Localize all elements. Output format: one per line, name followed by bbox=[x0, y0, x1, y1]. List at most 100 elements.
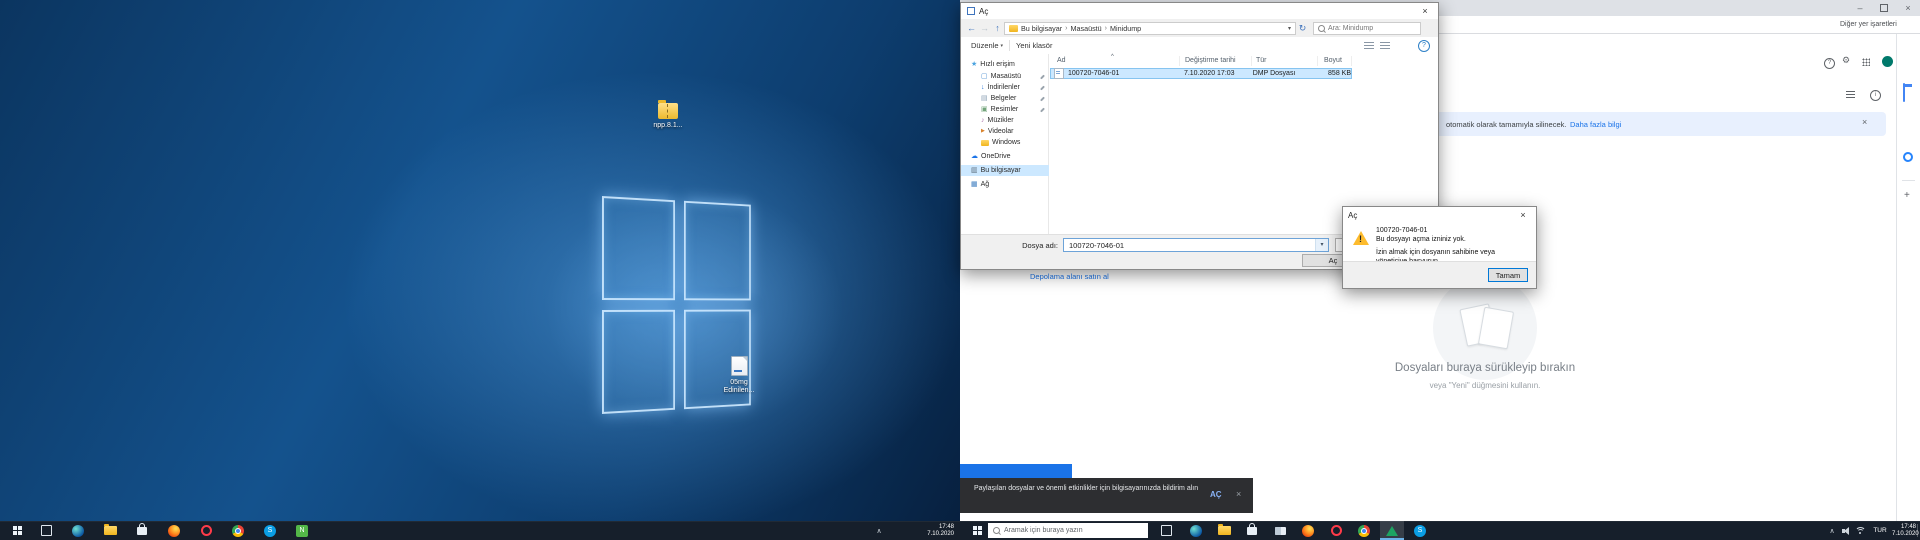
task-view-icon[interactable] bbox=[1154, 521, 1178, 540]
start-button[interactable] bbox=[6, 521, 28, 540]
banner-more-info-link[interactable]: Daha fazla bilgi bbox=[1570, 120, 1621, 129]
up-icon[interactable]: ↑ bbox=[991, 23, 1004, 33]
task-view-icon[interactable] bbox=[34, 521, 58, 540]
dialog-close-icon[interactable]: × bbox=[1412, 3, 1438, 19]
gear-icon[interactable]: ⚙ bbox=[1842, 55, 1850, 66]
add-addons-icon[interactable]: + bbox=[1904, 190, 1910, 201]
account-avatar[interactable] bbox=[1882, 56, 1893, 67]
drive-icon[interactable] bbox=[1380, 521, 1404, 540]
error-titlebar[interactable]: Aç × bbox=[1343, 207, 1536, 223]
pin-icon bbox=[1040, 74, 1045, 79]
sidebar-item-videos[interactable]: ▶ Videolar bbox=[961, 126, 1049, 137]
filename-input[interactable]: 100720-7046-01 ▾ bbox=[1063, 238, 1329, 252]
close-button[interactable]: × bbox=[1896, 0, 1920, 16]
chevron-down-icon[interactable]: ▾ bbox=[1288, 25, 1291, 32]
ok-button[interactable]: Tamam bbox=[1488, 268, 1528, 282]
search-icon bbox=[1318, 24, 1325, 32]
sidebar-item-documents[interactable]: ▤ Belgeler bbox=[961, 93, 1049, 104]
chrome-icon[interactable] bbox=[1352, 521, 1376, 540]
skype-icon[interactable]: S bbox=[258, 521, 282, 540]
refresh-icon[interactable]: ↻ bbox=[1296, 23, 1309, 34]
sidebar-item-onedrive[interactable]: ☁ OneDrive bbox=[961, 151, 1049, 162]
show-desktop-button[interactable] bbox=[1917, 524, 1918, 537]
help-icon[interactable]: ? bbox=[1824, 58, 1835, 69]
calendar-icon[interactable] bbox=[1903, 83, 1905, 102]
desktop-icon-document[interactable]: 05mg Edinilen... bbox=[700, 356, 778, 395]
sidebar-item-this-pc[interactable]: ▥ Bu bilgisayar bbox=[961, 165, 1049, 176]
explorer-search-input[interactable]: Ara: Minidump bbox=[1313, 21, 1421, 35]
edge-icon[interactable] bbox=[66, 521, 90, 540]
opera-icon[interactable] bbox=[194, 521, 218, 540]
toast-close-icon[interactable]: × bbox=[1236, 489, 1241, 499]
taskbar-search-input[interactable]: Aramak için buraya yazın bbox=[988, 523, 1148, 538]
new-folder-button[interactable]: Yeni klasör bbox=[1016, 41, 1052, 50]
sidebar-item-network[interactable]: ▦ Ağ bbox=[961, 179, 1049, 190]
sidebar-item-music[interactable]: ♪ Müzikler bbox=[961, 115, 1049, 126]
chevron-down-icon[interactable]: ▾ bbox=[1315, 239, 1328, 251]
minimize-button[interactable]: – bbox=[1848, 0, 1872, 16]
desktop-icon-npp[interactable]: npp.8.1... bbox=[629, 100, 707, 130]
computer-icon: ▥ bbox=[971, 167, 978, 174]
banner-close-icon[interactable]: × bbox=[1862, 117, 1867, 127]
tray-chevron-icon[interactable]: ∧ bbox=[872, 521, 886, 540]
sidebar-item-downloads[interactable]: ↓ İndirilenler bbox=[961, 82, 1049, 93]
file-explorer-icon[interactable] bbox=[98, 521, 122, 540]
search-placeholder: Ara: Minidump bbox=[1328, 24, 1374, 32]
forward-icon[interactable]: → bbox=[978, 23, 991, 33]
breadcrumb-minidump[interactable]: Minidump bbox=[1110, 24, 1141, 33]
back-icon[interactable]: ← bbox=[965, 23, 978, 33]
apps-grid-icon[interactable] bbox=[1862, 58, 1870, 66]
sidebar-item-pictures[interactable]: ▣ Resimler bbox=[961, 104, 1049, 115]
notepad-icon[interactable]: N bbox=[290, 521, 314, 540]
view-details-icon[interactable] bbox=[1380, 41, 1390, 50]
taskbar-clock[interactable]: 17:48 7.10.2020 bbox=[1892, 521, 1919, 540]
language-indicator[interactable]: TUR bbox=[1870, 521, 1890, 540]
column-header-size[interactable]: Boyut bbox=[1324, 57, 1342, 64]
chrome-icon[interactable] bbox=[226, 521, 250, 540]
sidebar-item-quick-access[interactable]: ★ Hızlı erişim bbox=[961, 59, 1049, 70]
view-list-icon[interactable] bbox=[1364, 41, 1374, 50]
store-icon[interactable] bbox=[130, 521, 154, 540]
help-icon[interactable]: ? bbox=[1418, 39, 1430, 52]
other-bookmarks-label[interactable]: Diğer yer işaretleri bbox=[1840, 21, 1897, 28]
pin-icon bbox=[1040, 85, 1045, 90]
start-button[interactable] bbox=[966, 521, 988, 540]
organize-button[interactable]: Düzenle bbox=[971, 41, 999, 50]
desktop-wallpaper: npp.8.1... 05mg Edinilen... bbox=[0, 0, 960, 521]
error-dialog: Aç × 100720-7046-01 Bu dosyayı açma izni… bbox=[1342, 206, 1537, 289]
mail-icon[interactable] bbox=[1268, 521, 1292, 540]
edge-icon[interactable] bbox=[1184, 521, 1208, 540]
maximize-button[interactable] bbox=[1872, 0, 1896, 16]
column-header-type[interactable]: Tür bbox=[1256, 57, 1267, 64]
firefox-icon[interactable] bbox=[1296, 521, 1320, 540]
file-row[interactable]: 100720-7046-01 7.10.2020 17:03 DMP Dosya… bbox=[1050, 68, 1352, 79]
column-header-name[interactable]: Ad bbox=[1057, 57, 1066, 64]
breadcrumb[interactable]: Bu bilgisayar › Masaüstü › Minidump ▾ bbox=[1004, 21, 1296, 35]
sidebar-item-desktop[interactable]: ▢ Masaüstü bbox=[961, 71, 1049, 82]
buy-storage-link[interactable]: Depolama alanı satın al bbox=[1030, 272, 1109, 281]
dialog-icon bbox=[967, 7, 975, 15]
file-name: 100720-7046-01 bbox=[1068, 70, 1120, 77]
file-size: 858 KB bbox=[1328, 70, 1351, 77]
error-close-icon[interactable]: × bbox=[1510, 207, 1536, 223]
network-icon[interactable] bbox=[1854, 521, 1866, 540]
star-icon: ★ bbox=[971, 61, 978, 68]
skype-icon[interactable]: S bbox=[1408, 521, 1432, 540]
sidebar-item-windows[interactable]: Windows bbox=[961, 137, 1049, 148]
breadcrumb-desktop[interactable]: Masaüstü bbox=[1071, 24, 1102, 33]
taskbar-clock[interactable]: 17:48 7.10.2020 bbox=[908, 521, 954, 540]
dialog-titlebar[interactable]: Aç × bbox=[961, 3, 1438, 19]
firefox-icon[interactable] bbox=[162, 521, 186, 540]
opera-icon[interactable] bbox=[1324, 521, 1348, 540]
list-layout-icon[interactable] bbox=[1846, 91, 1855, 98]
store-icon[interactable] bbox=[1240, 521, 1264, 540]
file-explorer-icon[interactable] bbox=[1212, 521, 1236, 540]
info-icon[interactable]: i bbox=[1870, 90, 1881, 101]
column-header-modified[interactable]: Değiştirme tarihi bbox=[1185, 57, 1236, 64]
volume-icon[interactable] bbox=[1840, 521, 1852, 540]
banner-text: otomatik olarak tamamıyla silinecek. bbox=[1446, 120, 1567, 129]
toast-enable-button[interactable]: AÇ bbox=[1210, 490, 1222, 499]
tasks-icon[interactable] bbox=[1903, 152, 1913, 162]
breadcrumb-this-pc[interactable]: Bu bilgisayar bbox=[1021, 24, 1062, 33]
tray-chevron-icon[interactable]: ∧ bbox=[1826, 521, 1838, 540]
